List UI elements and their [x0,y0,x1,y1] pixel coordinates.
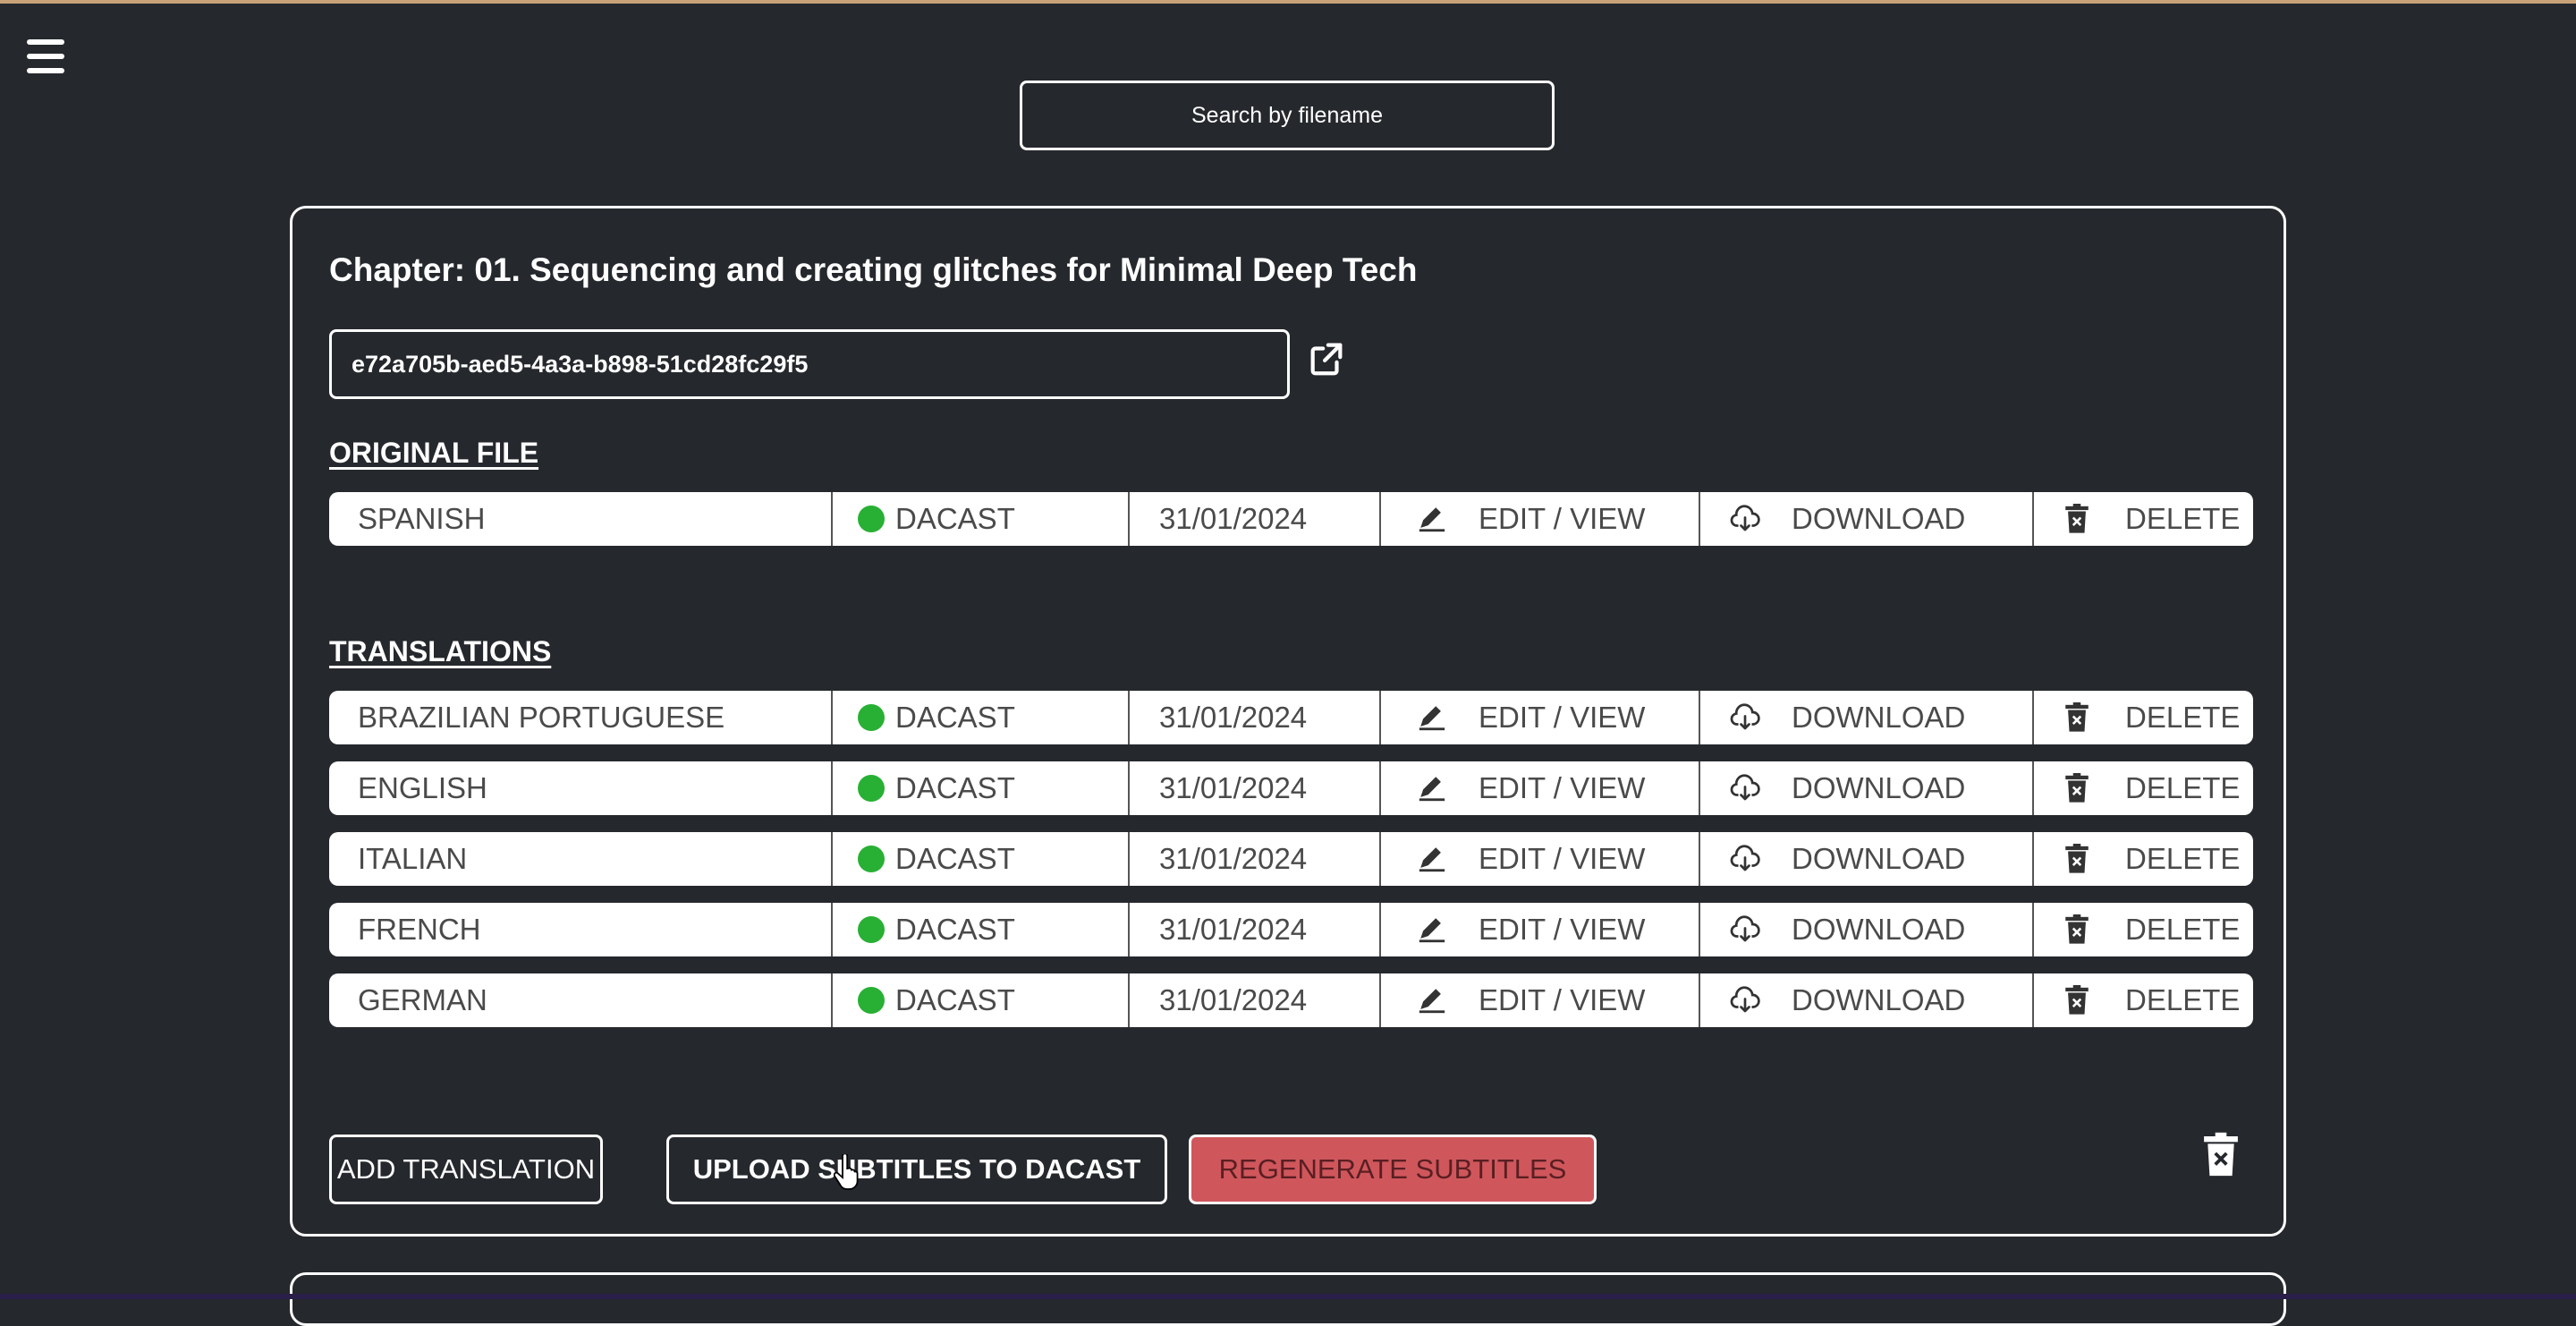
download-button[interactable]: DOWNLOAD [1729,973,1965,1027]
delete-chapter-trash-icon[interactable] [2202,1132,2240,1178]
translation-row: ENGLISH DACAST 31/01/2024 EDIT / VIEW DOWNLO… [329,761,2253,815]
regenerate-subtitles-button[interactable]: REGENERATE SUBTITLES [1189,1135,1597,1204]
edit-view-button[interactable]: EDIT / VIEW [1416,973,1645,1027]
chapter-id-field[interactable]: e72a705b-aed5-4a3a-b898-51cd28fc29f5 [329,329,1290,399]
pencil-icon [1416,984,1448,1016]
trash-icon [2061,984,2093,1016]
upload-subtitles-button[interactable]: UPLOAD SUBTITLES TO DACAST [666,1135,1167,1204]
chapter-card: Chapter: 01. Sequencing and creating gli… [290,206,2286,1237]
bottom-edge-line [0,1294,2576,1299]
date-label: 31/01/2024 [1159,983,1308,1016]
trash-icon [2061,503,2093,535]
status-badge: DACAST [858,761,1015,815]
next-chapter-card [290,1272,2286,1326]
download-button[interactable]: DOWNLOAD [1729,492,1965,546]
translation-row: ITALIAN DACAST 31/01/2024 EDIT / VIEW DOWNLO… [329,832,2253,886]
chapter-title: Chapter: 01. Sequencing and creating gli… [329,251,1418,288]
status-dot-icon [858,846,885,872]
edit-view-button[interactable]: EDIT / VIEW [1416,832,1645,886]
top-accent-line [0,0,2576,4]
language-label: ENGLISH [358,771,487,804]
pencil-icon [1416,701,1448,734]
language-label: FRENCH [358,913,481,946]
original-file-heading: ORIGINAL FILE [329,437,539,469]
trash-icon [2061,914,2093,946]
translation-row: GERMAN DACAST 31/01/2024 EDIT / VIEW DOWNLOA… [329,973,2253,1027]
status-dot-icon [858,704,885,731]
cloud-download-icon [1729,503,1761,535]
pencil-icon [1416,914,1448,946]
delete-button[interactable]: DELETE [2061,832,2240,886]
cloud-download-icon [1729,984,1761,1016]
edit-view-button[interactable]: EDIT / VIEW [1416,761,1645,815]
date-label: 31/01/2024 [1159,771,1308,804]
download-button[interactable]: DOWNLOAD [1729,691,1965,744]
language-label: BRAZILIAN PORTUGUESE [358,701,725,734]
delete-button[interactable]: DELETE [2061,492,2240,546]
language-label: ITALIAN [358,842,468,875]
edit-view-button[interactable]: EDIT / VIEW [1416,492,1645,546]
cloud-download-icon [1729,843,1761,875]
pencil-icon [1416,843,1448,875]
language-label: SPANISH [358,502,486,535]
translation-row: BRAZILIAN PORTUGUESE DACAST 31/01/2024 EDIT… [329,691,2253,744]
trash-icon [2061,701,2093,734]
add-translation-button[interactable]: ADD TRANSLATION [329,1135,603,1204]
cloud-download-icon [1729,701,1761,734]
pencil-icon [1416,772,1448,804]
status-dot-icon [858,916,885,943]
language-label: GERMAN [358,983,487,1016]
status-dot-icon [858,987,885,1014]
status-badge: DACAST [858,492,1015,546]
date-label: 31/01/2024 [1159,701,1308,734]
date-label: 31/01/2024 [1159,913,1308,946]
trash-icon [2061,772,2093,804]
pencil-icon [1416,503,1448,535]
delete-button[interactable]: DELETE [2061,761,2240,815]
cloud-download-icon [1729,772,1761,804]
delete-button[interactable]: DELETE [2061,903,2240,956]
download-button[interactable]: DOWNLOAD [1729,761,1965,815]
status-badge: DACAST [858,903,1015,956]
download-button[interactable]: DOWNLOAD [1729,832,1965,886]
translations-heading: TRANSLATIONS [329,635,552,667]
date-label: 31/01/2024 [1159,502,1308,535]
external-link-icon[interactable] [1306,338,1347,379]
download-button[interactable]: DOWNLOAD [1729,903,1965,956]
edit-view-button[interactable]: EDIT / VIEW [1416,903,1645,956]
status-badge: DACAST [858,832,1015,886]
original-file-row: SPANISH DACAST 31/01/2024 EDIT / VIEW DO… [329,492,2253,546]
delete-button[interactable]: DELETE [2061,691,2240,744]
date-label: 31/01/2024 [1159,842,1308,875]
trash-icon [2061,843,2093,875]
status-dot-icon [858,775,885,802]
edit-view-button[interactable]: EDIT / VIEW [1416,691,1645,744]
status-badge: DACAST [858,973,1015,1027]
delete-button[interactable]: DELETE [2061,973,2240,1027]
cloud-download-icon [1729,914,1761,946]
hand-cursor-icon [834,1154,859,1190]
search-input[interactable] [1020,81,1555,150]
hamburger-menu-icon[interactable] [27,39,64,73]
status-dot-icon [858,506,885,532]
status-badge: DACAST [858,691,1015,744]
translation-row: FRENCH DACAST 31/01/2024 EDIT / VIEW DOWNLOA… [329,903,2253,956]
